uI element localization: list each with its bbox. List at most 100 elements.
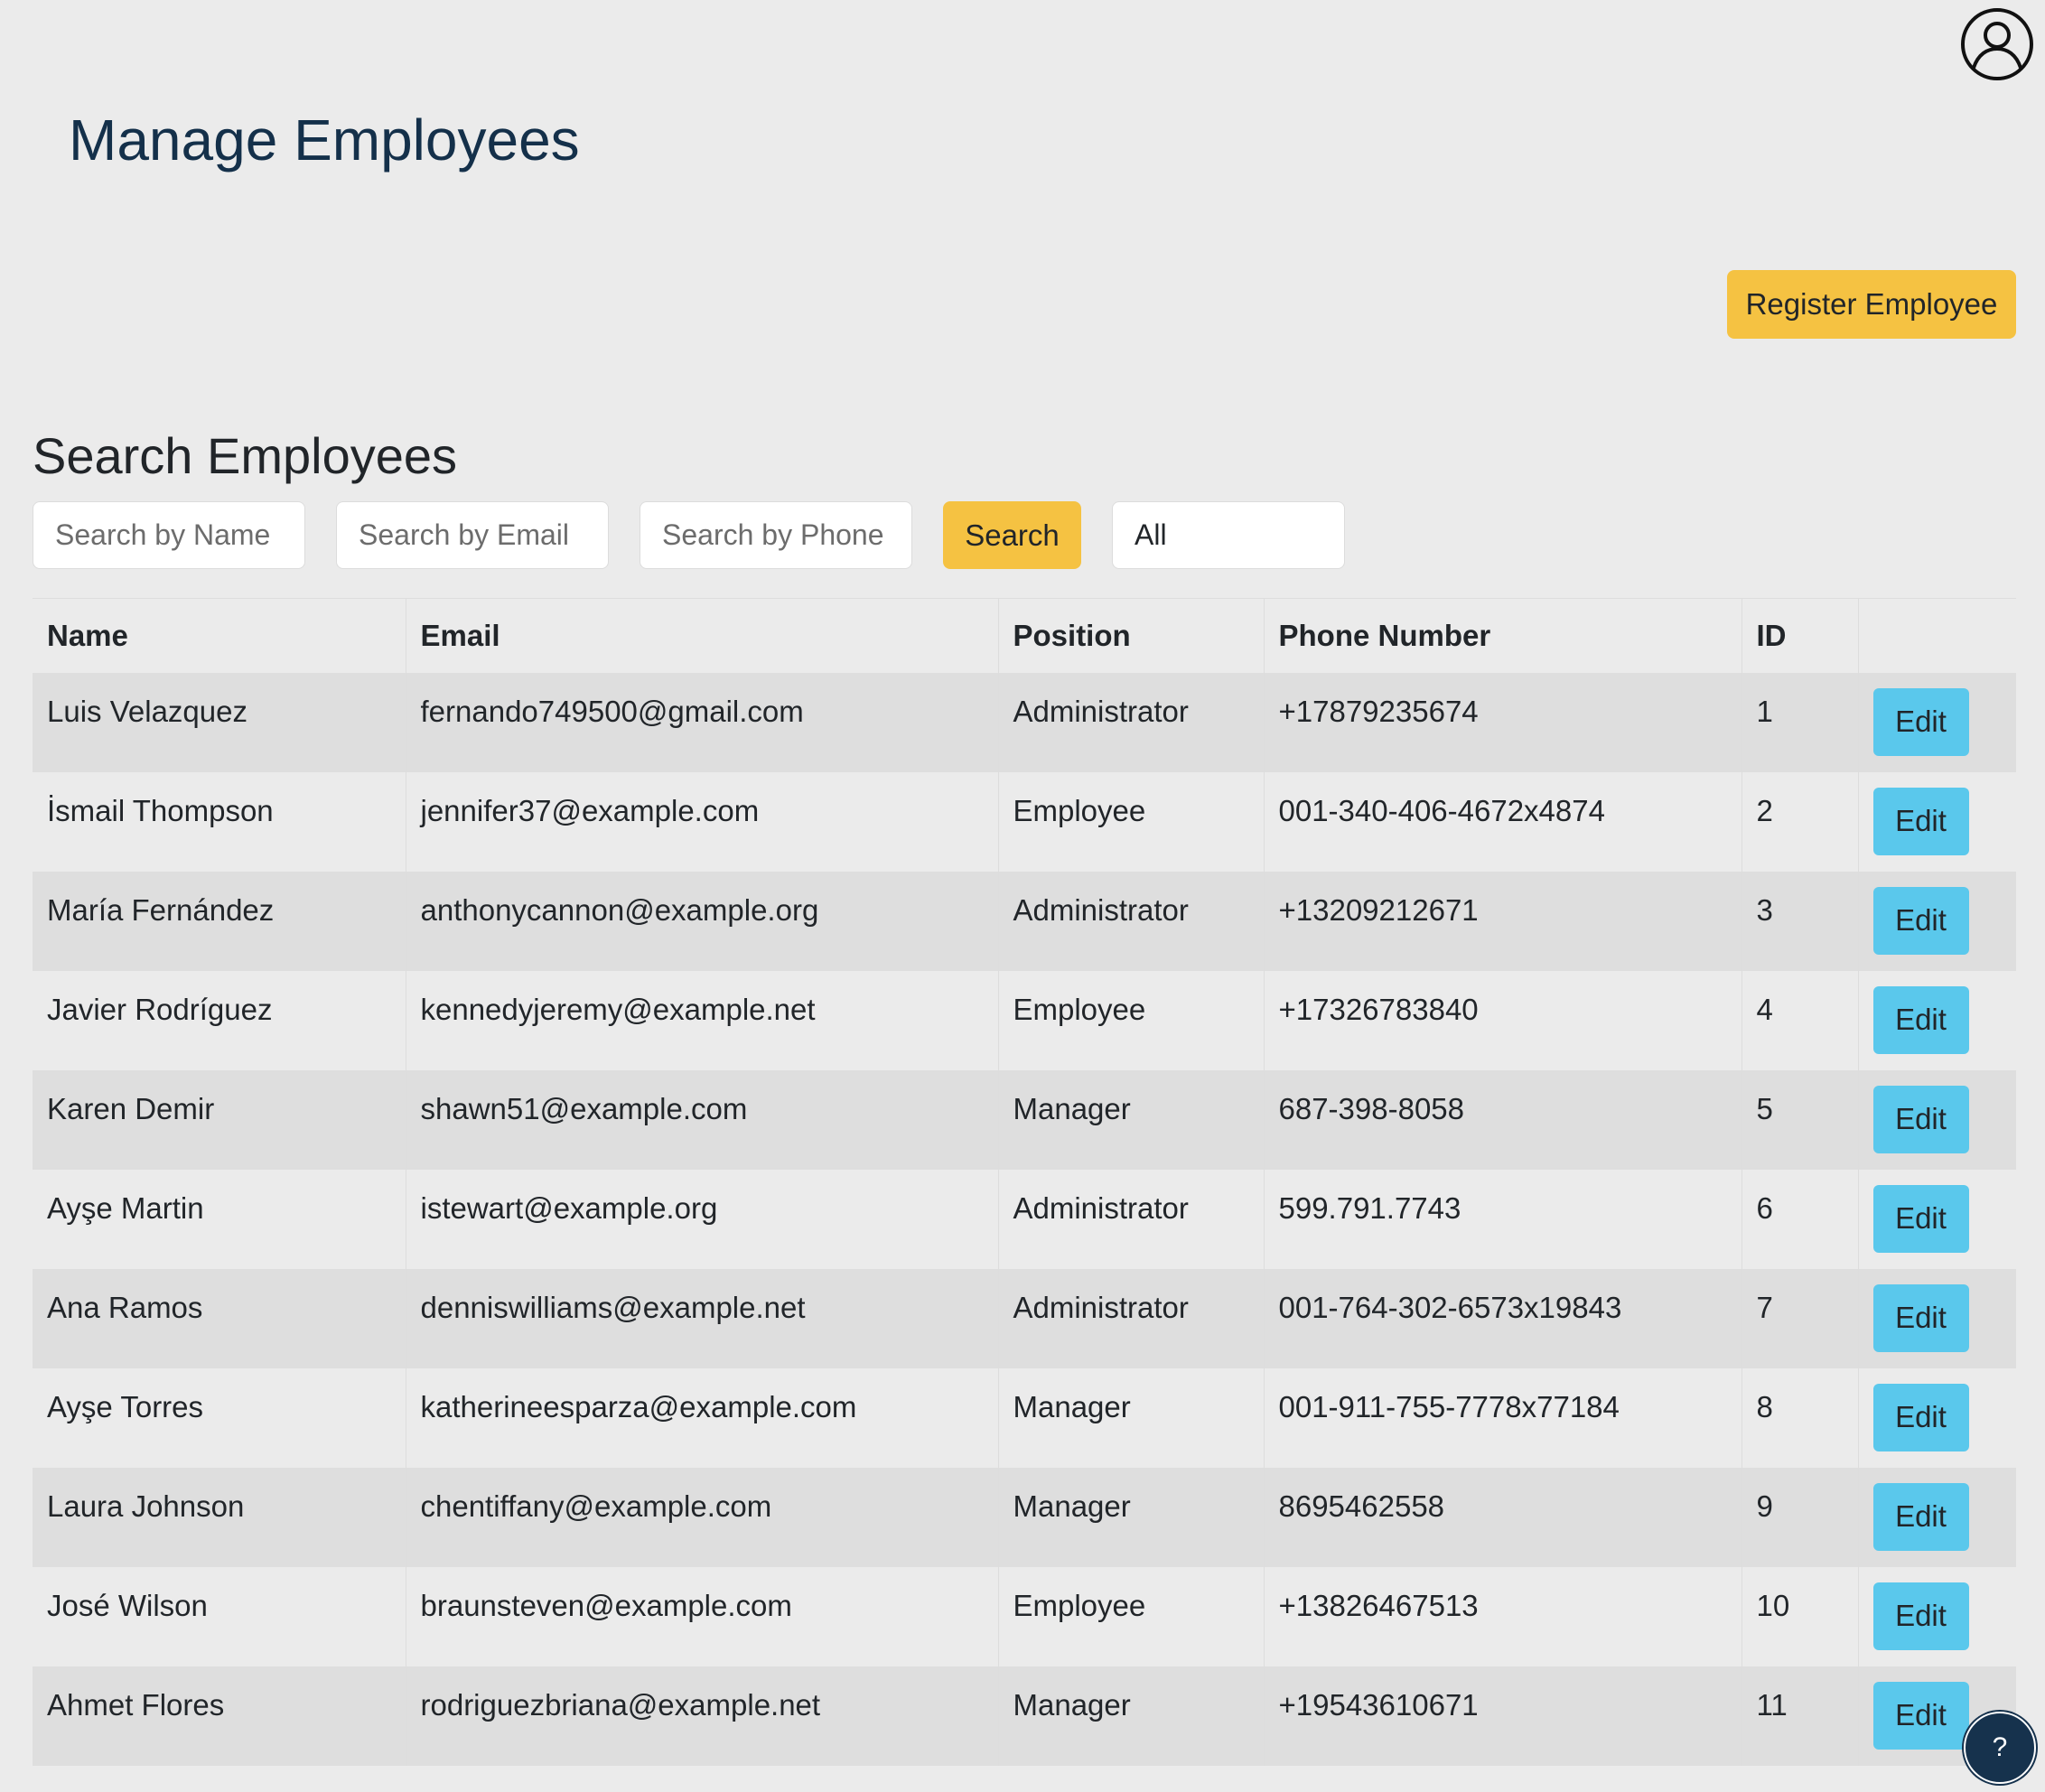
employee-name-cell: Karen Demir [47,1091,215,1125]
table-row: María Fernández anthonycannon@example.org… [33,871,2016,971]
employee-email-cell: shawn51@example.com [405,1069,998,1170]
edit-button[interactable]: Edit [1872,985,1969,1054]
employee-id-cell: 9 [1741,1467,1858,1567]
employee-phone-cell: +17879235674 [1263,672,1742,772]
edit-button[interactable]: Edit [1872,1482,1969,1551]
actions-cell: Edit [1857,1069,2016,1170]
employee-name-cell: Ayşe Torres [47,1389,204,1423]
employee-name-cell: Javier Rodríguez [47,992,273,1026]
employee-phone-cell: 687-398-8058 [1263,1069,1742,1170]
employee-phone-cell: +13826467513 [1263,1566,1742,1666]
employee-position-cell: Manager [997,1069,1264,1170]
employee-position-cell: Employee [997,771,1264,872]
table-row: Laura Johnson chentiffany@example.com Mana… [33,1467,2016,1567]
employee-email-cell: jennifer37@example.com [405,771,998,872]
employee-id-cell: 1 [1741,672,1858,772]
employee-position-cell: Employee [997,1566,1264,1666]
employee-id-cell: 10 [1741,1566,1858,1666]
employee-phone-cell: 001-911-755-7778x77184 [1263,1367,1742,1468]
employee-email-cell: anthonycannon@example.org [405,871,998,971]
help-button[interactable]: ? [1964,1712,2036,1784]
table-row: Ayşe Torres katherineesparza@example.com M… [33,1367,2016,1468]
search-email-input[interactable] [336,501,609,569]
employee-id-cell: 8 [1741,1367,1858,1468]
actions-cell: Edit [1857,771,2016,872]
table-row: Javier Rodríguez kennedyjeremy@example.ne… [33,970,2016,1070]
actions-cell: Edit [1857,1169,2016,1269]
employee-name-cell: İsmail Thompson [47,793,274,827]
edit-button[interactable]: Edit [1872,1184,1969,1253]
employee-position-cell: Administrator [997,672,1264,772]
search-name-input[interactable] [33,501,305,569]
search-button[interactable]: Search [943,501,1081,569]
edit-button[interactable]: Edit [1872,1085,1969,1153]
employee-phone-cell: +17326783840 [1263,970,1742,1070]
edit-button[interactable]: Edit [1872,687,1969,756]
table-row: Ahmet Flores rodriguezbriana@example.net M… [33,1666,2016,1766]
actions-cell: Edit [1857,1268,2016,1368]
employee-position-cell: Administrator [997,1169,1264,1269]
employee-name-cell: José Wilson [47,1588,208,1622]
column-header-email: Email [405,598,998,673]
employee-name-cell: Ahmet Flores [47,1687,225,1722]
employee-email-cell: rodriguezbriana@example.net [405,1666,998,1766]
search-bar: Search All [33,501,1345,569]
register-employee-button[interactable]: Register Employee [1727,270,2016,339]
table-row: Ayşe Martin istewart@example.org Administr… [33,1169,2016,1269]
employee-phone-cell: 599.791.7743 [1263,1169,1742,1269]
employee-position-cell: Manager [997,1367,1264,1468]
employee-phone-cell: +13209212671 [1263,871,1742,971]
edit-button[interactable]: Edit [1872,1283,1969,1352]
table-row: İsmail Thompson jennifer37@example.com Emp… [33,771,2016,872]
actions-cell: Edit [1857,1367,2016,1468]
employee-email-cell: denniswilliams@example.net [405,1268,998,1368]
employee-id-cell: 7 [1741,1268,1858,1368]
table-header-row: Name Email Position Phone Number ID [33,598,2016,673]
employee-email-cell: kennedyjeremy@example.net [405,970,998,1070]
employee-name-cell: Ayşe Martin [47,1190,204,1225]
edit-button[interactable]: Edit [1872,787,1969,855]
table-row: José Wilson braunsteven@example.com Employ… [33,1566,2016,1666]
employee-phone-cell: +19543610671 [1263,1666,1742,1766]
actions-cell: Edit [1857,1467,2016,1567]
employee-table: Name Email Position Phone Number ID Luis… [33,598,2016,1766]
employee-id-cell: 3 [1741,871,1858,971]
column-header-id: ID [1741,598,1858,673]
edit-button[interactable]: Edit [1872,1383,1969,1451]
employee-email-cell: katherineesparza@example.com [405,1367,998,1468]
employee-position-cell: Administrator [997,1268,1264,1368]
employee-phone-cell: 8695462558 [1263,1467,1742,1567]
edit-button[interactable]: Edit [1872,886,1969,955]
table-body: Luis Velazquez fernando749500@gmail.com Ad… [33,672,2016,1766]
actions-cell: Edit [1857,970,2016,1070]
employee-phone-cell: 001-340-406-4672x4874 [1263,771,1742,872]
employee-name-cell: María Fernández [47,892,275,927]
table-row: Karen Demir shawn51@example.com Manager 687… [33,1069,2016,1170]
edit-button[interactable]: Edit [1872,1681,1969,1750]
edit-button[interactable]: Edit [1872,1582,1969,1650]
column-header-name: Name [47,618,128,652]
employee-name-cell: Luis Velazquez [47,694,247,728]
search-phone-input[interactable] [640,501,912,569]
table-row: Ana Ramos denniswilliams@example.net Admin… [33,1268,2016,1368]
column-header-position: Position [997,598,1264,673]
employee-position-cell: Manager [997,1467,1264,1567]
employee-id-cell: 11 [1741,1666,1858,1766]
employee-email-cell: fernando749500@gmail.com [405,672,998,772]
actions-cell: Edit [1857,672,2016,772]
employee-email-cell: chentiffany@example.com [405,1467,998,1567]
employee-id-cell: 4 [1741,970,1858,1070]
employee-phone-cell: 001-764-302-6573x19843 [1263,1268,1742,1368]
employee-position-cell: Administrator [997,871,1264,971]
employee-position-cell: Employee [997,970,1264,1070]
column-header-actions [1857,598,2016,673]
employee-email-cell: istewart@example.org [405,1169,998,1269]
employee-name-cell: Ana Ramos [47,1290,203,1324]
user-circle-icon[interactable] [1960,7,2034,81]
employee-id-cell: 6 [1741,1169,1858,1269]
column-header-phone: Phone Number [1263,598,1742,673]
position-filter-select[interactable]: All [1112,501,1345,569]
actions-cell: Edit [1857,871,2016,971]
employee-id-cell: 2 [1741,771,1858,872]
search-section-title: Search Employees [33,427,458,484]
